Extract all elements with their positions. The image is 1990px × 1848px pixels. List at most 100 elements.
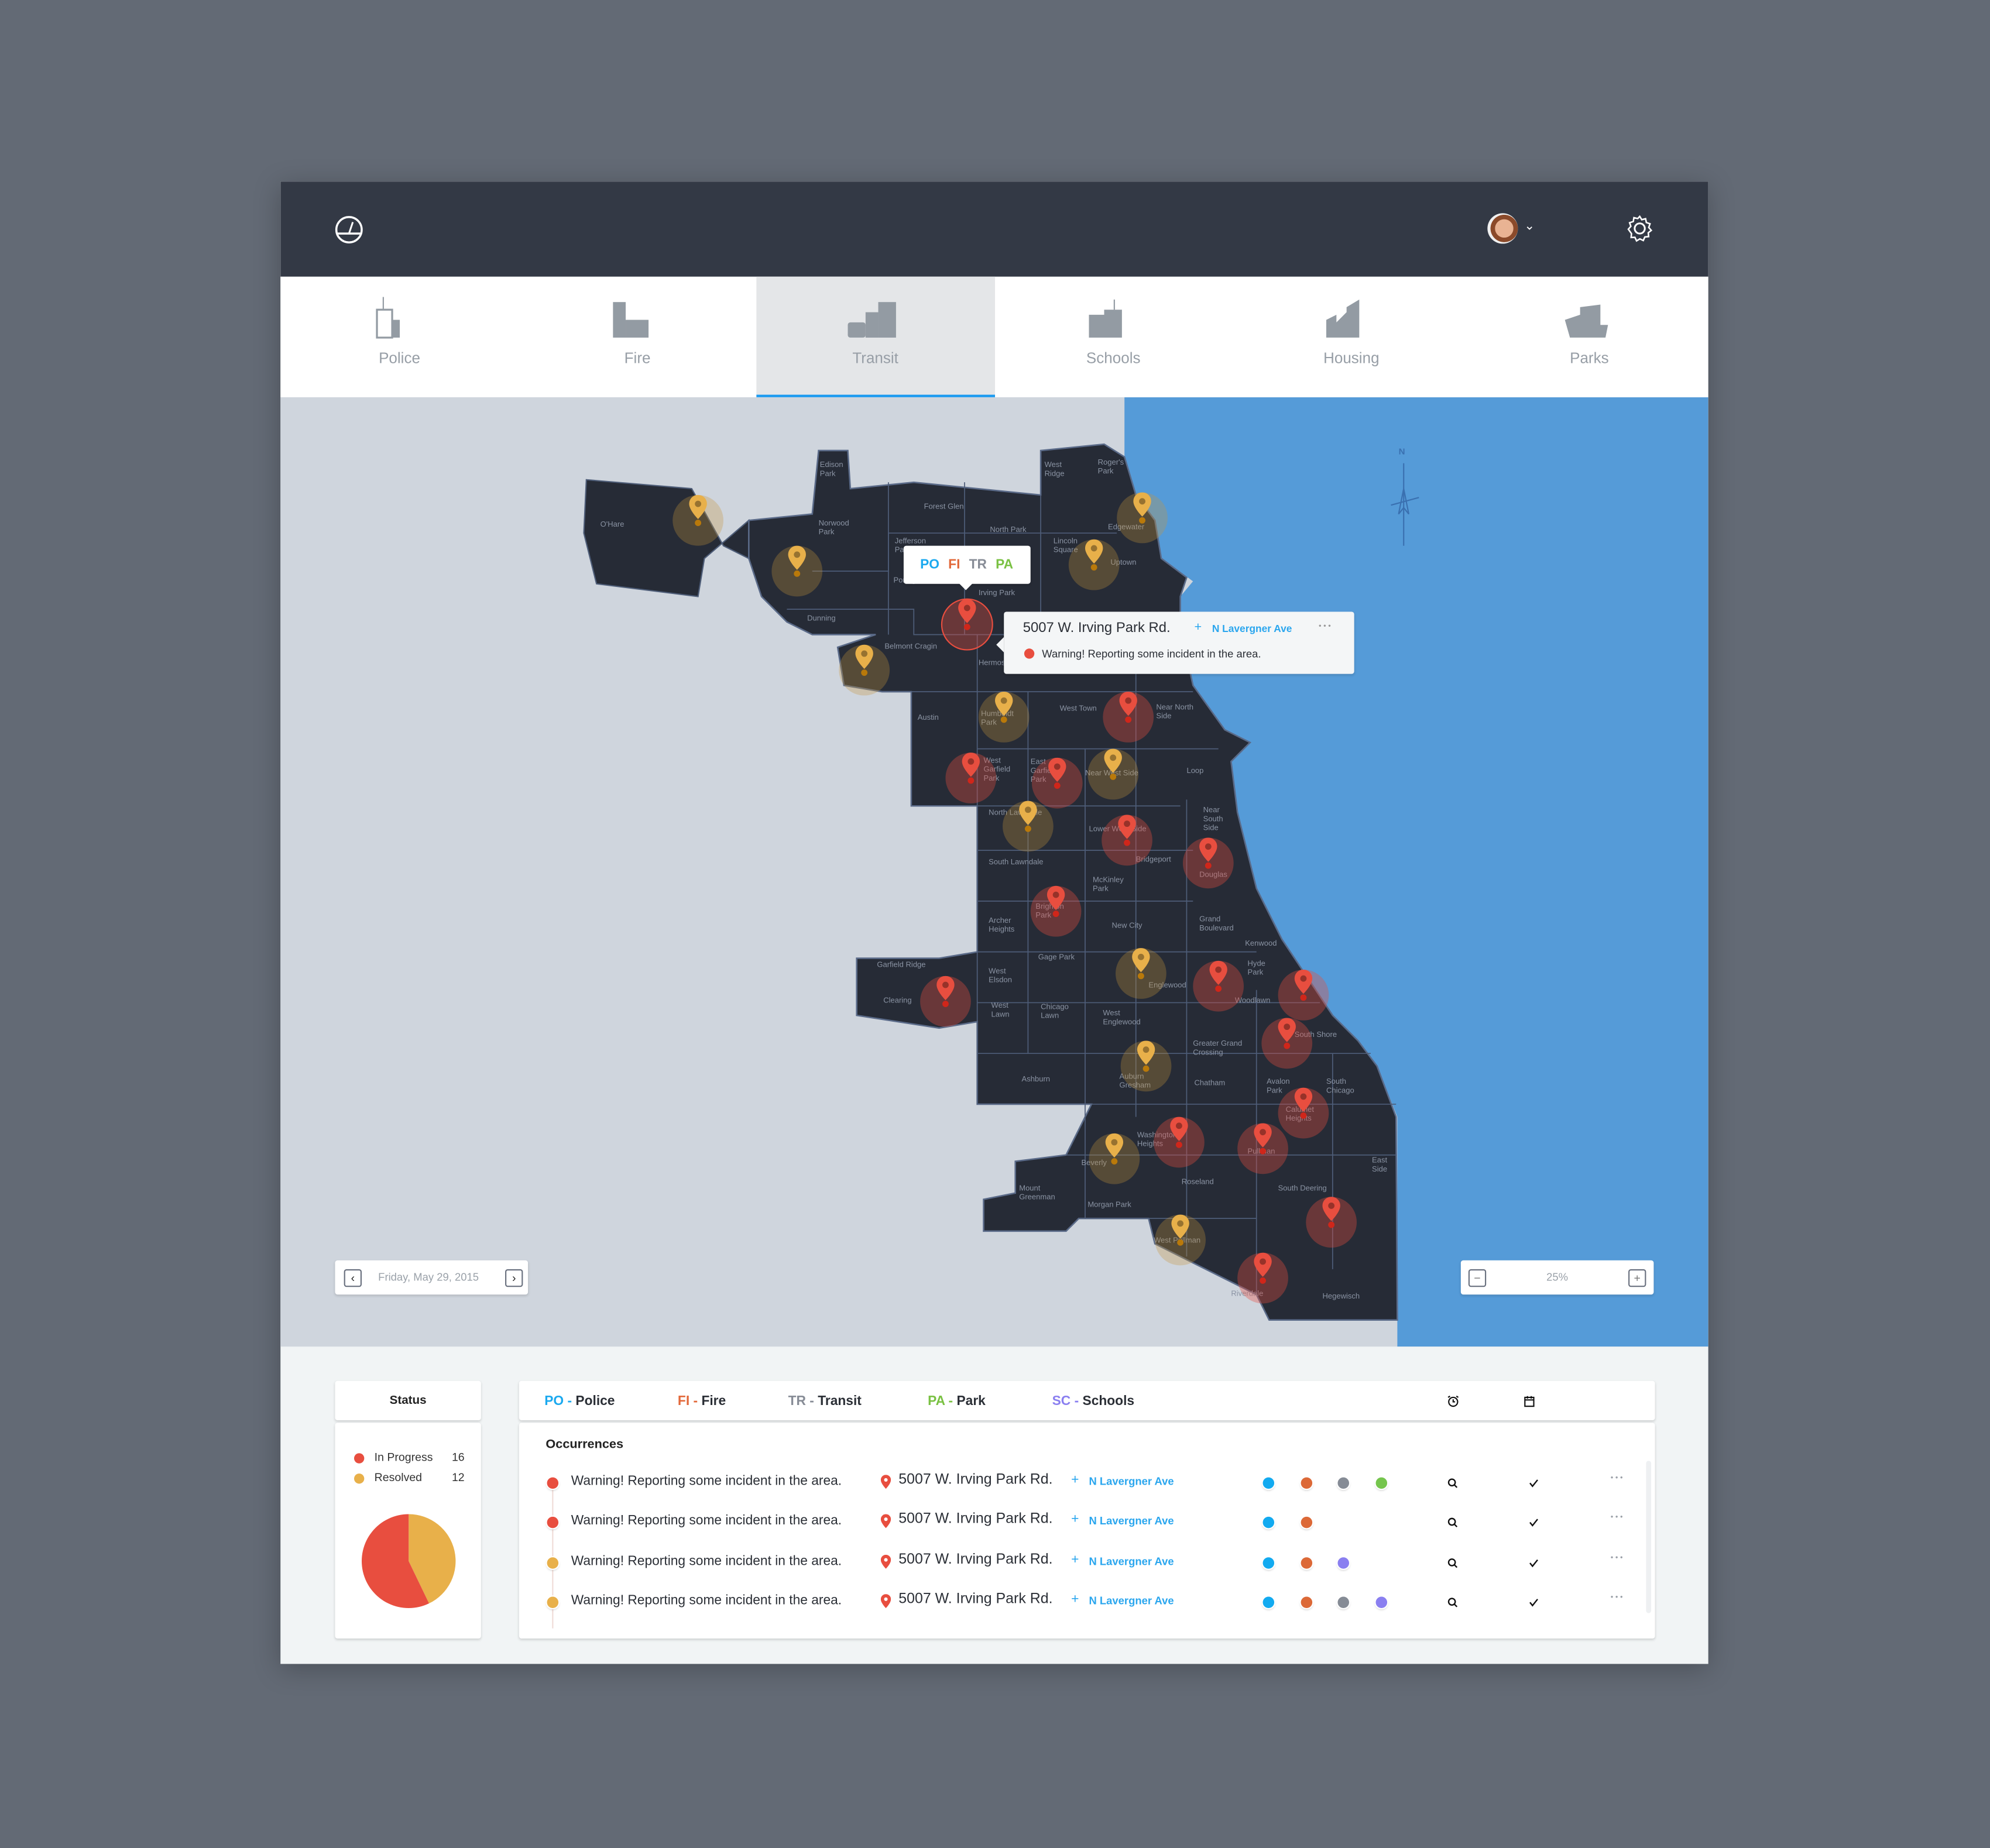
neighborhood-label: Belmont Cragin [884, 643, 938, 651]
category-dot [1262, 1557, 1275, 1569]
occurrence-row[interactable]: Warning! Reporting some incident in the … [519, 1510, 1649, 1536]
incident-pin-resolved[interactable] [836, 642, 892, 698]
category-dot [1262, 1477, 1275, 1489]
popup-more-icon[interactable]: • • • [1319, 623, 1331, 631]
incident-pin-in-progress[interactable] [1099, 812, 1155, 868]
occurrence-row[interactable]: Warning! Reporting some incident in the … [519, 1591, 1649, 1616]
user-avatar[interactable] [1487, 213, 1518, 244]
zoom-in-button[interactable]: + [1628, 1269, 1646, 1287]
category-dot [1375, 1477, 1387, 1489]
occurrence-street[interactable]: N Lavergner Ave [1089, 1594, 1174, 1607]
incident-pin-in-progress[interactable] [1151, 1114, 1207, 1170]
incident-pin-resolved[interactable] [670, 493, 726, 548]
tab-transit[interactable]: Transit [756, 276, 994, 397]
incident-pin-in-progress[interactable] [1100, 689, 1156, 745]
tab-schools[interactable]: Schools [994, 277, 1233, 397]
incident-pin-resolved[interactable] [1086, 1131, 1142, 1186]
incident-pin-in-progress[interactable] [1235, 1121, 1291, 1176]
tab-housing[interactable]: Housing [1233, 277, 1471, 397]
category-code-pa[interactable]: PA [996, 557, 1013, 572]
neighborhood-label: Mount Greenman [1019, 1185, 1055, 1202]
search-icon[interactable] [1447, 1478, 1459, 1489]
filter-police[interactable]: PO - Police [544, 1393, 615, 1409]
incident-pin-in-progress[interactable] [1190, 959, 1246, 1014]
incident-pin-resolved[interactable] [1085, 746, 1141, 802]
neighborhood-label: West Town [1059, 705, 1097, 713]
incident-popup[interactable]: 5007 W. Irving Park Rd. + N Lavergner Av… [996, 612, 1354, 674]
alarm-clock-icon[interactable] [1447, 1395, 1460, 1408]
filter-park[interactable]: PA - Park [928, 1393, 986, 1409]
popup-address: 5007 W. Irving Park Rd. [1023, 620, 1171, 636]
incident-pin-in-progress[interactable] [1235, 1250, 1291, 1306]
neighborhood-label: Archer Heights [989, 918, 1015, 935]
more-options-icon[interactable]: • • • [1611, 1514, 1623, 1521]
warning-text: Reporting some incident in the area. [1085, 647, 1261, 660]
incident-pin-in-progress[interactable] [939, 596, 995, 652]
incident-pin-resolved[interactable] [1113, 946, 1169, 1001]
occurrence-address: 5007 W. Irving Park Rd. [898, 1472, 1053, 1488]
occurrence-text: Warning! Reporting some incident in the … [571, 1513, 842, 1528]
check-icon[interactable] [1528, 1478, 1540, 1489]
search-icon[interactable] [1447, 1517, 1459, 1528]
warning-label: Warning! [1042, 647, 1085, 660]
incident-pin-in-progress[interactable] [1028, 884, 1083, 939]
status-count: 16 [451, 1451, 465, 1464]
incident-pin-resolved[interactable] [769, 543, 825, 599]
filter-separator: - [689, 1393, 702, 1409]
more-options-icon[interactable]: • • • [1611, 1555, 1623, 1562]
neighborhood-label: Austin [917, 715, 939, 723]
date-control: ‹ Friday, May 29, 2015 › [335, 1260, 529, 1295]
next-date-button[interactable]: › [505, 1269, 523, 1287]
warning-status-dot [1024, 648, 1035, 659]
incident-pin-in-progress[interactable] [1275, 967, 1331, 1023]
more-options-icon[interactable]: • • • [1611, 1594, 1623, 1602]
neighborhood-label: North Park [990, 527, 1027, 535]
filter-transit[interactable]: TR - Transit [788, 1393, 862, 1409]
search-icon[interactable] [1447, 1596, 1459, 1608]
incident-pin-in-progress[interactable] [943, 750, 999, 806]
category-code-fi[interactable]: FI [948, 557, 960, 572]
category-code-tr[interactable]: TR [969, 557, 987, 572]
previous-date-button[interactable]: ‹ [344, 1269, 362, 1287]
incident-pin-in-progress[interactable] [1181, 835, 1236, 891]
incident-pin-in-progress[interactable] [918, 974, 973, 1029]
filter-schools[interactable]: SC - Schools [1052, 1393, 1134, 1409]
check-icon[interactable] [1528, 1596, 1540, 1608]
filter-fire[interactable]: FI - Fire [678, 1393, 726, 1409]
neighborhood-label: South Lawndale [989, 859, 1044, 867]
city-map[interactable]: N O'Hare Edison Park Norwood Park Forest Gl… [280, 397, 1708, 1347]
calendar-icon[interactable] [1523, 1395, 1536, 1408]
incident-pin-in-progress[interactable] [1303, 1194, 1359, 1250]
incident-pin-resolved[interactable] [1118, 1038, 1174, 1094]
tab-police[interactable]: Police [280, 277, 519, 397]
incident-pin-resolved[interactable] [1114, 490, 1170, 545]
incident-pin-in-progress[interactable] [1259, 1015, 1315, 1071]
search-icon[interactable] [1447, 1557, 1459, 1569]
incident-pin-resolved[interactable] [976, 689, 1031, 745]
occurrence-row[interactable]: Warning! Reporting some incident in the … [519, 1471, 1649, 1496]
category-tabs: Police Fire Transit Schools Housing Parks [280, 276, 1708, 397]
occurrence-street[interactable]: N Lavergner Ave [1089, 1514, 1174, 1527]
occurrence-street[interactable]: N Lavergner Ave [1089, 1555, 1174, 1568]
filter-separator: - [1071, 1393, 1083, 1409]
gear-icon[interactable] [1626, 215, 1654, 243]
category-code-po[interactable]: PO [920, 557, 939, 572]
occurrence-street[interactable]: N Lavergner Ave [1089, 1475, 1174, 1488]
chevron-down-icon[interactable]: ⌄ [1524, 219, 1535, 233]
compass-logo-icon[interactable] [334, 216, 364, 244]
tab-fire[interactable]: Fire [519, 277, 757, 397]
incident-pin-resolved[interactable] [1152, 1212, 1208, 1268]
check-icon[interactable] [1528, 1517, 1540, 1528]
neighborhood-label: Clearing [883, 997, 912, 1005]
check-icon[interactable] [1528, 1557, 1540, 1569]
occurrence-row[interactable]: Warning! Reporting some incident in the … [519, 1551, 1649, 1576]
incident-pin-resolved[interactable] [1000, 798, 1056, 854]
location-pin-icon [880, 1554, 891, 1569]
neighborhood-label: South Deering [1278, 1185, 1327, 1193]
more-options-icon[interactable]: • • • [1611, 1475, 1623, 1482]
transit-bus-icon [848, 302, 896, 338]
tab-label: Housing [1323, 349, 1380, 367]
popup-cross-street[interactable]: N Lavergner Ave [1212, 623, 1292, 635]
tab-parks[interactable]: Parks [1470, 277, 1708, 397]
incident-pin-resolved[interactable] [1066, 537, 1121, 592]
